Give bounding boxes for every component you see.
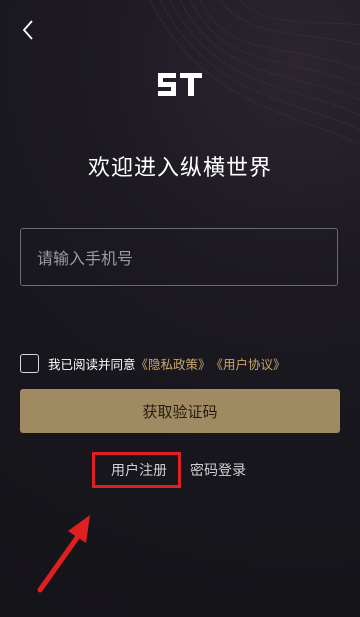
agreement-checkbox[interactable] <box>20 353 39 373</box>
back-button[interactable] <box>16 16 40 44</box>
password-login-label: 密码登录 <box>190 463 246 479</box>
user-agreement-link[interactable]: 《用户协议》 <box>211 354 286 373</box>
brand-logo <box>156 70 204 100</box>
password-login-link[interactable]: 密码登录 <box>190 456 246 484</box>
chevron-left-icon <box>22 20 33 40</box>
phone-input-placeholder: 请输入手机号 <box>37 249 134 268</box>
highlight-box <box>92 452 181 488</box>
phone-input[interactable]: 请输入手机号 <box>20 228 338 286</box>
get-code-label: 获取验证码 <box>142 402 218 421</box>
privacy-policy-link[interactable]: 《隐私政策》 <box>136 354 211 373</box>
agreement-row: 我已阅读并同意 《隐私政策》 《用户协议》 <box>20 352 286 374</box>
red-arrow-icon <box>37 515 90 593</box>
page-title: 欢迎进入纵横世界 <box>87 156 272 181</box>
get-code-button[interactable]: 获取验证码 <box>20 389 340 433</box>
agreement-text: 我已阅读并同意 <box>48 356 136 372</box>
